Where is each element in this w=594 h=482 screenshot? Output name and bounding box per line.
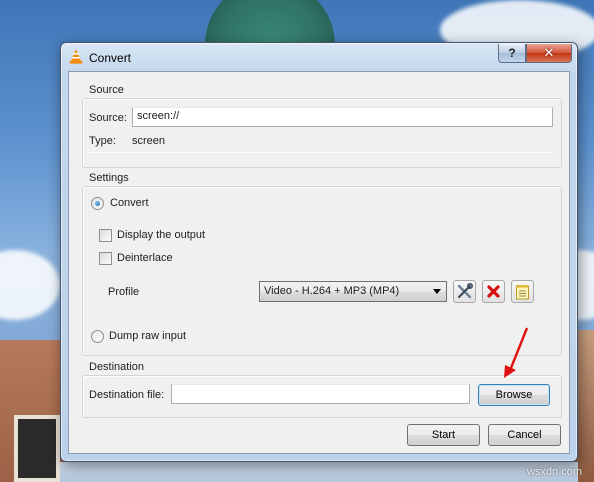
source-separator	[89, 152, 553, 153]
display-output-label[interactable]: Display the output	[117, 229, 205, 241]
convert-radio-label[interactable]: Convert	[110, 197, 149, 209]
source-field[interactable]: screen://	[132, 107, 553, 127]
destination-file-label: Destination file:	[89, 389, 165, 401]
source-group-title: Source	[89, 84, 124, 96]
cancel-button[interactable]: Cancel	[488, 424, 561, 446]
display-output-checkbox[interactable]	[99, 229, 112, 242]
background-window-strip	[60, 462, 578, 482]
building-window	[14, 415, 60, 482]
deinterlace-checkbox[interactable]	[99, 252, 112, 265]
watermark-text: wsxdn.com	[526, 466, 582, 478]
convert-radio[interactable]	[91, 197, 104, 210]
source-label: Source:	[89, 112, 127, 124]
title-bar[interactable]: Convert ? ✕	[61, 43, 577, 71]
dialog-client-area: Source Source: screen:// Type: screen Se…	[68, 71, 570, 454]
vlc-cone-icon	[69, 49, 83, 64]
type-label: Type:	[89, 135, 116, 147]
close-icon: ✕	[543, 45, 555, 60]
browse-button[interactable]: Browse	[478, 384, 550, 406]
wrench-screwdriver-icon	[457, 283, 473, 299]
deinterlace-label[interactable]: Deinterlace	[117, 252, 173, 264]
notepad-icon	[516, 284, 529, 299]
close-button[interactable]: ✕	[526, 44, 572, 63]
chevron-down-icon	[433, 289, 441, 294]
dump-raw-radio[interactable]	[91, 330, 104, 343]
help-button[interactable]: ?	[498, 44, 526, 63]
destination-group-title: Destination	[89, 361, 145, 373]
type-value: screen	[132, 135, 166, 147]
dump-raw-label[interactable]: Dump raw input	[109, 330, 186, 342]
help-icon: ?	[508, 46, 516, 60]
profile-dropdown-value: Video - H.264 + MP3 (MP4)	[264, 285, 400, 297]
settings-group-title: Settings	[89, 172, 129, 184]
destination-file-input[interactable]	[171, 384, 470, 404]
profile-label: Profile	[108, 286, 140, 298]
red-x-icon	[487, 285, 500, 298]
start-button[interactable]: Start	[407, 424, 480, 446]
delete-profile-button[interactable]	[482, 280, 505, 303]
convert-dialog: Convert ? ✕ Source Source: screen:// Typ…	[60, 42, 578, 462]
profile-dropdown[interactable]: Video - H.264 + MP3 (MP4)	[259, 281, 447, 302]
edit-profile-button[interactable]	[453, 280, 476, 303]
annotation-arrow-icon	[504, 327, 529, 378]
window-title: Convert	[89, 51, 132, 65]
new-profile-button[interactable]	[511, 280, 534, 303]
